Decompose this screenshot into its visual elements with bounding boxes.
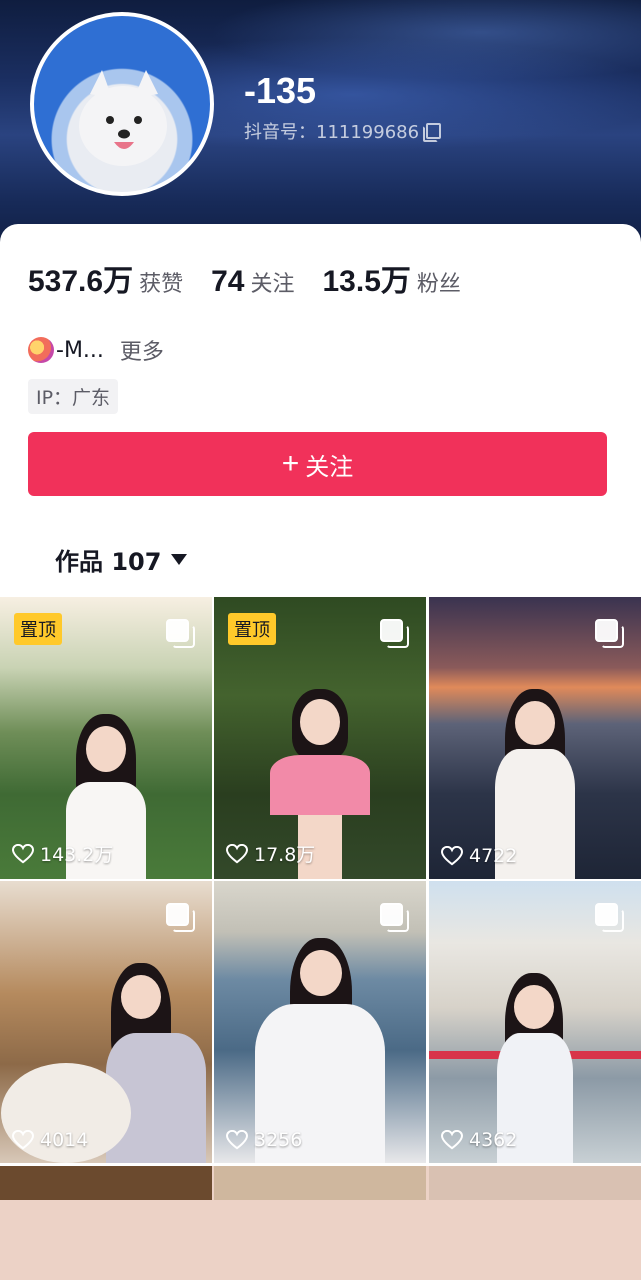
- video-tile-partial[interactable]: [214, 1166, 426, 1200]
- douyin-id[interactable]: 抖音号：111199686: [244, 118, 442, 144]
- multi-image-icon: [595, 903, 624, 932]
- video-tile[interactable]: 4362: [429, 881, 641, 1163]
- video-tile[interactable]: 3256: [214, 881, 426, 1163]
- like-count: 17.8万: [226, 840, 315, 867]
- profile-name: -135: [244, 70, 317, 111]
- video-tile[interactable]: 4014: [0, 881, 212, 1163]
- stat-likes-value: 537.6万: [28, 265, 134, 298]
- stat-following[interactable]: 74 关注: [211, 265, 294, 299]
- works-tab-label: 作品 107: [55, 548, 162, 576]
- stat-following-label: 关注: [250, 272, 295, 297]
- stat-following-value: 74: [211, 265, 245, 298]
- stat-likes-label: 获赞: [139, 272, 184, 297]
- bio: -M... 更多: [28, 334, 164, 366]
- follow-button[interactable]: + 关注: [28, 432, 607, 496]
- heart-icon: [226, 1130, 248, 1150]
- dog-avatar-icon: [79, 70, 167, 166]
- like-count: 4014: [12, 1129, 88, 1151]
- profile-card: 537.6万 获赞 74 关注 13.5万 粉丝 -M... 更多 IP：广东 …: [0, 224, 641, 596]
- like-count: 143.2万: [12, 840, 113, 867]
- like-count: 4722: [441, 845, 517, 867]
- multi-image-icon: [166, 619, 195, 648]
- plus-icon: +: [281, 447, 300, 480]
- pinned-badge: 置顶: [228, 613, 276, 645]
- multi-image-icon: [166, 903, 195, 932]
- stat-followers-label: 粉丝: [416, 272, 461, 297]
- stat-followers[interactable]: 13.5万 粉丝: [322, 256, 460, 300]
- works-tab[interactable]: 作品 107: [55, 542, 188, 577]
- like-count-text: 3256: [254, 1129, 303, 1151]
- bio-text: -M...: [56, 337, 104, 363]
- heart-icon: [226, 843, 248, 863]
- like-count-text: 17.8万: [254, 844, 316, 866]
- video-tile-partial[interactable]: [0, 1166, 212, 1200]
- video-tile[interactable]: 置顶 143.2万: [0, 597, 212, 879]
- video-tile[interactable]: 置顶 17.8万: [214, 597, 426, 879]
- sweet-potato-emoji-icon: [28, 337, 54, 363]
- stat-likes[interactable]: 537.6万 获赞: [28, 256, 183, 300]
- copy-icon[interactable]: [423, 122, 442, 142]
- stats-row: 537.6万 获赞 74 关注 13.5万 粉丝: [28, 256, 489, 300]
- photo-subject: [1, 923, 211, 1163]
- douyin-id-text: 抖音号：111199686: [244, 122, 420, 143]
- bio-more-link[interactable]: 更多: [120, 334, 164, 366]
- follow-label: 关注: [305, 453, 354, 481]
- like-count-text: 143.2万: [40, 844, 114, 866]
- like-count: 3256: [226, 1129, 302, 1151]
- video-tile-partial[interactable]: [429, 1166, 641, 1200]
- multi-image-icon: [595, 619, 624, 648]
- heart-icon: [441, 1130, 463, 1150]
- pinned-badge: 置顶: [14, 613, 62, 645]
- video-tile[interactable]: 4722: [429, 597, 641, 879]
- caret-down-icon: [171, 554, 188, 565]
- like-count-text: 4014: [40, 1129, 89, 1151]
- stat-followers-value: 13.5万: [322, 265, 411, 298]
- like-count: 4362: [441, 1129, 517, 1151]
- heart-icon: [12, 843, 34, 863]
- like-count-text: 4722: [469, 845, 518, 867]
- heart-icon: [12, 1130, 34, 1150]
- ip-location-tag: IP：广东: [28, 379, 119, 414]
- like-count-text: 4362: [469, 1129, 518, 1151]
- heart-icon: [441, 846, 463, 866]
- avatar[interactable]: [30, 12, 214, 196]
- multi-image-icon: [380, 903, 409, 932]
- multi-image-icon: [380, 619, 409, 648]
